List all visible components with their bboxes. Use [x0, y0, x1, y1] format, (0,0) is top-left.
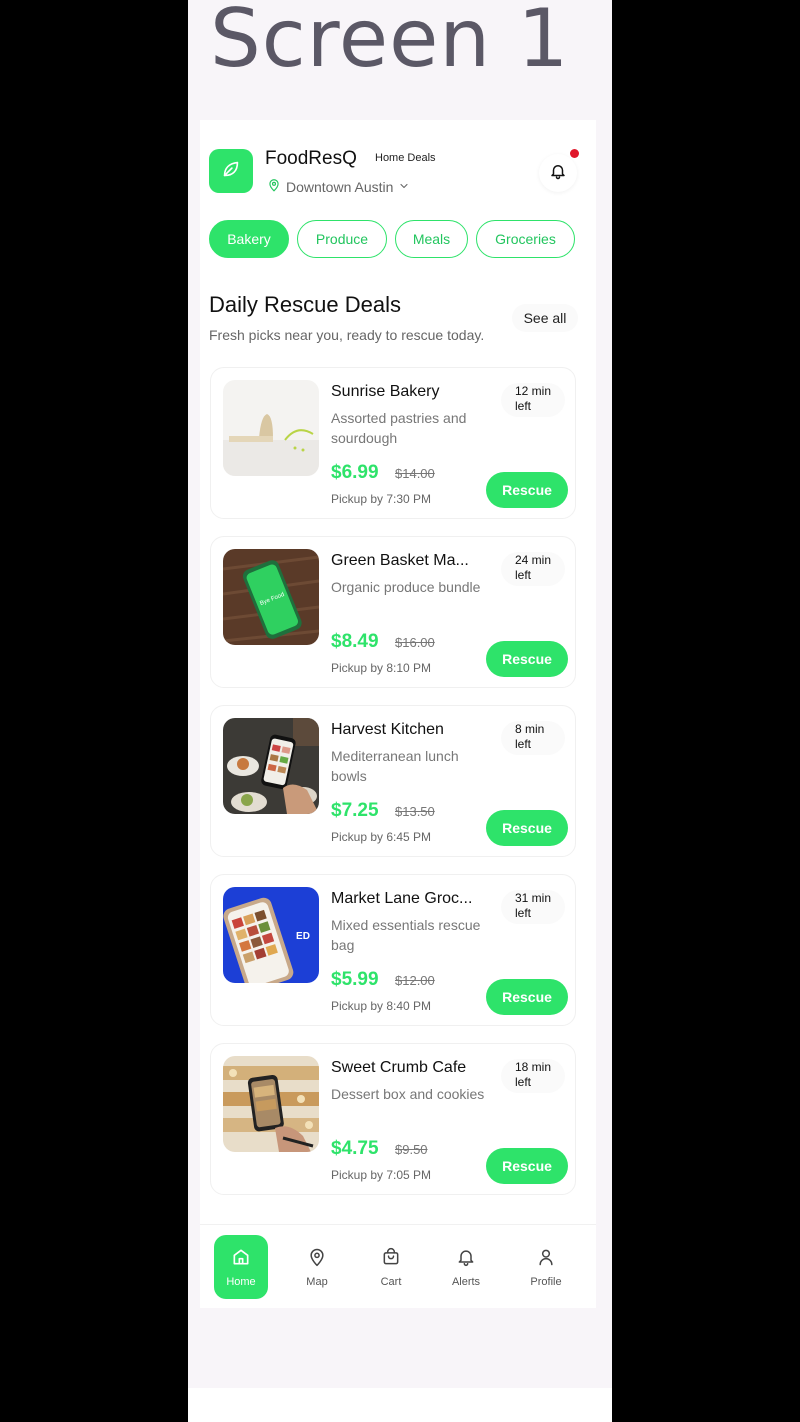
- see-all-button[interactable]: See all: [512, 304, 578, 332]
- time-left-badge: 12 min left: [501, 383, 565, 417]
- deal-description: Organic produce bundle: [331, 579, 481, 595]
- deal-image: [223, 380, 319, 476]
- location-label: Downtown Austin: [286, 178, 394, 195]
- time-left-suffix: left: [515, 906, 532, 920]
- screen-frame: Screen 1 FoodResQ Home Deals Downtown Au…: [188, 0, 612, 1422]
- time-left-value: 18 min: [515, 1060, 552, 1074]
- pickup-time: Pickup by 7:05 PM: [331, 1168, 432, 1182]
- chip-meals[interactable]: Meals: [395, 220, 468, 258]
- rescue-button[interactable]: Rescue: [486, 810, 568, 846]
- chip-groceries[interactable]: Groceries: [476, 220, 575, 258]
- location-selector[interactable]: Downtown Austin: [267, 178, 410, 195]
- time-left-badge: 24 min left: [501, 552, 565, 586]
- rescue-button[interactable]: Rescue: [486, 472, 568, 508]
- nav-map-label: Map: [306, 1275, 328, 1288]
- rescue-button[interactable]: Rescue: [486, 1148, 568, 1184]
- map-pin-icon: [307, 1247, 327, 1270]
- chevron-down-icon: [398, 179, 410, 195]
- time-left-value: 24 min: [515, 553, 552, 567]
- nav-cart[interactable]: Cart: [376, 1235, 406, 1299]
- time-left-value: 12 min: [515, 384, 552, 398]
- deal-original-price: $16.00: [395, 635, 435, 650]
- pickup-time: Pickup by 7:30 PM: [331, 492, 432, 506]
- deal-price: $4.75: [331, 1138, 379, 1159]
- deal-card[interactable]: Sweet Crumb Cafe Dessert box and cookies…: [210, 1043, 576, 1195]
- user-icon: [536, 1247, 556, 1270]
- notification-dot: [570, 149, 579, 158]
- app-screen: FoodResQ Home Deals Downtown Austin Bake…: [200, 120, 596, 1308]
- deal-description: Mediterranean lunch bowls: [331, 748, 459, 784]
- promo-text: ED: [296, 931, 310, 942]
- nav-cart-label: Cart: [380, 1275, 402, 1288]
- bag-icon: [381, 1247, 401, 1270]
- screen-label: Screen 1: [210, 0, 570, 85]
- deal-price: $7.25: [331, 800, 379, 821]
- deal-card[interactable]: Sunrise Bakery Assorted pastries and sou…: [210, 367, 576, 519]
- deal-image: Bye Food: [223, 549, 319, 645]
- nav-alerts[interactable]: Alerts: [446, 1235, 486, 1299]
- deal-name: Sunrise Bakery: [331, 383, 440, 400]
- time-left-badge: 8 min left: [501, 721, 565, 755]
- deal-name: Market Lane Groc...: [331, 890, 473, 907]
- bell-icon: [549, 162, 567, 185]
- deal-card[interactable]: Harvest Kitchen Mediterranean lunch bowl…: [210, 705, 576, 857]
- deal-image: [223, 718, 319, 814]
- leaf-icon: [220, 158, 242, 185]
- home-icon: [231, 1247, 251, 1270]
- deal-name: Sweet Crumb Cafe: [331, 1059, 467, 1076]
- bottom-nav: Home Map Cart Alerts Profile: [200, 1224, 596, 1308]
- bell-icon: [456, 1247, 476, 1270]
- deal-card[interactable]: Bye Food Green Basket Ma... Organic prod…: [210, 536, 576, 688]
- deal-name: Green Basket Ma...: [331, 552, 469, 569]
- time-left-value: 31 min: [515, 891, 552, 905]
- time-left-badge: 31 min left: [501, 890, 565, 924]
- deal-card[interactable]: ED Market Lane Groc... Mixed essentials …: [210, 874, 576, 1026]
- deal-price: $8.49: [331, 631, 379, 652]
- time-left-badge: 18 min left: [501, 1059, 565, 1093]
- nav-home-label: Home: [226, 1275, 256, 1288]
- time-left-suffix: left: [515, 1075, 532, 1089]
- time-left-suffix: left: [515, 737, 532, 751]
- deal-original-price: $12.00: [395, 973, 435, 988]
- deal-description: Dessert box and cookies: [331, 1086, 485, 1102]
- deal-original-price: $13.50: [395, 804, 435, 819]
- time-left-suffix: left: [515, 399, 532, 413]
- section-title: Daily Rescue Deals: [209, 292, 401, 317]
- nav-map[interactable]: Map: [302, 1235, 332, 1299]
- rescue-button[interactable]: Rescue: [486, 641, 568, 677]
- app-logo: [209, 149, 253, 193]
- nav-home[interactable]: Home: [214, 1235, 268, 1299]
- map-pin-icon: [267, 178, 281, 195]
- pickup-time: Pickup by 6:45 PM: [331, 830, 432, 844]
- deal-price: $5.99: [331, 969, 379, 990]
- deal-original-price: $14.00: [395, 466, 435, 481]
- chip-produce[interactable]: Produce: [297, 220, 387, 258]
- chip-bakery[interactable]: Bakery: [209, 220, 289, 258]
- deal-original-price: $9.50: [395, 1142, 428, 1157]
- pickup-time: Pickup by 8:10 PM: [331, 661, 432, 675]
- deal-description: Assorted pastries and sourdough: [331, 410, 467, 446]
- section-subtitle: Fresh picks near you, ready to rescue to…: [209, 327, 485, 343]
- notifications-button[interactable]: [539, 154, 577, 192]
- deal-image: ED: [223, 887, 319, 983]
- deal-description: Mixed essentials rescue bag: [331, 917, 481, 953]
- deal-name: Harvest Kitchen: [331, 721, 444, 738]
- rescue-button[interactable]: Rescue: [486, 979, 568, 1015]
- deal-price: $6.99: [331, 462, 379, 483]
- next-screen-edge: [188, 1388, 612, 1422]
- page-subtitle: Home Deals: [375, 152, 436, 164]
- time-left-value: 8 min: [515, 722, 545, 736]
- pickup-time: Pickup by 8:40 PM: [331, 999, 432, 1013]
- deal-image: [223, 1056, 319, 1152]
- nav-alerts-label: Alerts: [451, 1275, 481, 1288]
- app-brand: FoodResQ: [265, 148, 357, 169]
- nav-profile[interactable]: Profile: [524, 1235, 568, 1299]
- nav-profile-label: Profile: [530, 1275, 562, 1288]
- time-left-suffix: left: [515, 568, 532, 582]
